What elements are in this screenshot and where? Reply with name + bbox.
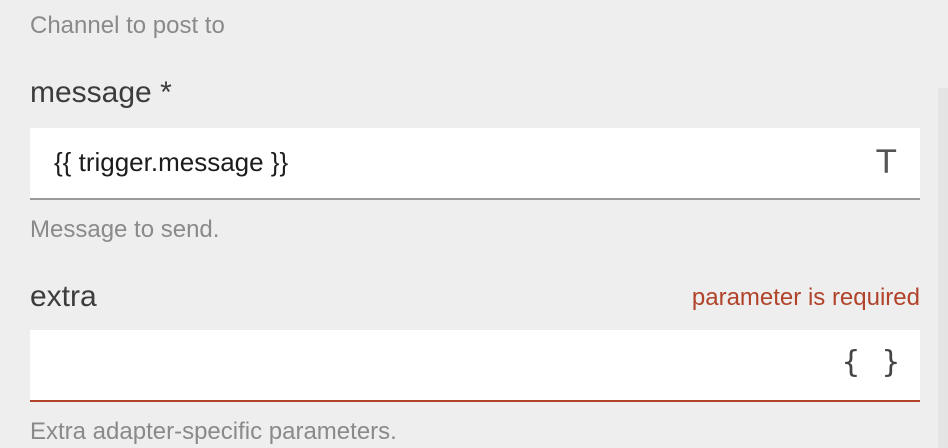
channel-help-text: Channel to post to [30,12,225,39]
extra-label-row: extra parameter is required [30,282,920,318]
message-input-value[interactable]: {{ trigger.message }} [54,148,288,177]
extra-help-text: Extra adapter-specific parameters. [30,418,397,445]
extra-input[interactable]: { } [30,330,920,402]
extra-label: extra [30,280,97,313]
json-braces-icon[interactable]: { } [842,348,902,378]
message-input[interactable]: {{ trigger.message }} T [30,128,920,200]
message-help-text: Message to send. [30,216,220,243]
extra-error-message: parameter is required [691,284,920,311]
message-label-row: message * [30,78,920,114]
scrollbar[interactable] [938,88,948,448]
text-type-icon[interactable]: T [876,146,896,178]
message-label: message * [30,76,172,109]
